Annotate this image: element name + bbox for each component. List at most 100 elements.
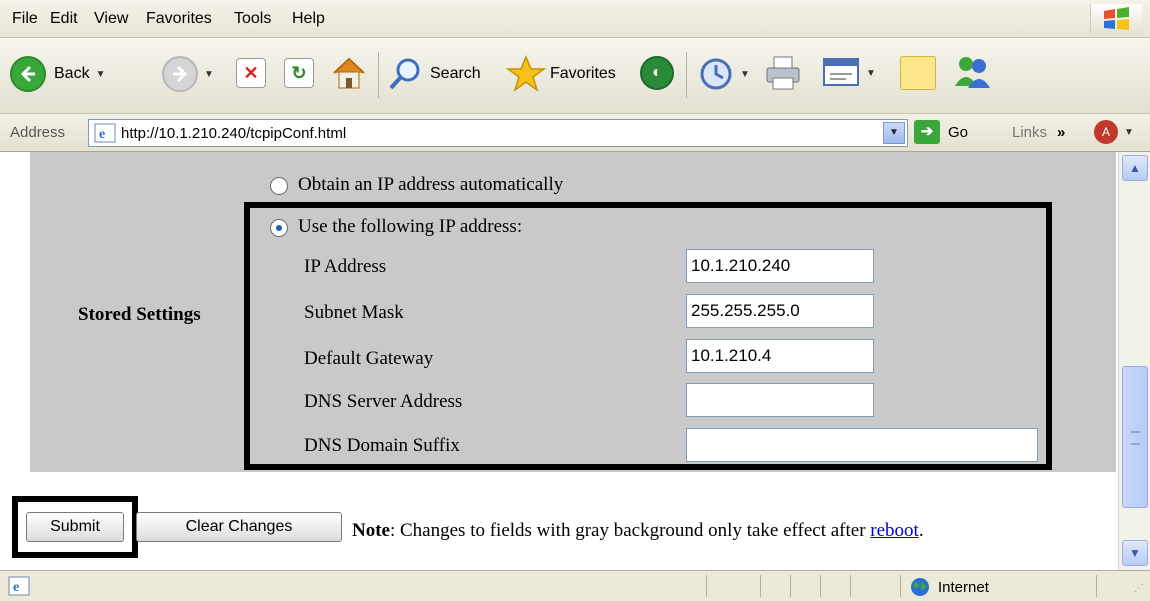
messenger-button[interactable]	[952, 52, 992, 92]
page-content: Stored Settings Obtain an IP address aut…	[0, 152, 1118, 570]
address-dropdown-button[interactable]: ▼	[883, 122, 905, 144]
status-divider	[1096, 575, 1097, 597]
go-arrow-icon: ➔	[914, 120, 940, 144]
forward-button[interactable]: ▼	[162, 56, 214, 92]
stored-settings-label: Stored Settings	[78, 304, 201, 325]
home-button[interactable]	[330, 54, 368, 92]
default-gateway-label: Default Gateway	[304, 348, 434, 369]
chevron-right-icon: »	[1057, 124, 1066, 141]
dropdown-arrow-icon: ▼	[1124, 126, 1134, 138]
menu-favorites[interactable]: Favorites	[146, 10, 212, 28]
dropdown-arrow-icon: ▼	[95, 68, 106, 80]
stop-icon: ✕	[236, 58, 266, 88]
menu-bar: File Edit View Favorites Tools Help	[0, 0, 1150, 38]
back-label: Back	[54, 65, 90, 82]
resize-grip-icon[interactable]: ⋰	[1134, 583, 1144, 594]
forward-arrow-icon	[162, 56, 198, 92]
status-divider	[900, 575, 901, 597]
zone-label: Internet	[938, 578, 989, 596]
toolbar-separator	[378, 52, 379, 98]
dns-server-field[interactable]	[686, 383, 874, 417]
history-icon	[700, 58, 732, 90]
dns-server-label: DNS Server Address	[304, 391, 463, 412]
note-bold: Note	[352, 520, 390, 541]
page-status-icon: e	[8, 576, 30, 596]
menu-view[interactable]: View	[94, 10, 128, 28]
refresh-icon: ↻	[284, 58, 314, 88]
status-bar: e Internet ⋰	[0, 570, 1150, 601]
note-body: : Changes to fields with gray background…	[389, 520, 871, 541]
note-text: Note: Changes to fields with gray backgr…	[352, 520, 924, 542]
back-arrow-icon	[10, 56, 46, 92]
subnet-mask-field[interactable]: 255.255.255.0	[686, 294, 874, 328]
stop-button[interactable]: ✕	[236, 58, 266, 88]
ip-address-field[interactable]: 10.1.210.240	[686, 249, 874, 283]
ie-page-icon: e	[94, 123, 116, 143]
status-divider	[760, 575, 761, 597]
edit-page-icon	[823, 58, 859, 86]
svg-text:e: e	[13, 580, 19, 595]
print-button[interactable]	[764, 54, 802, 92]
clear-changes-button[interactable]: Clear Changes	[136, 512, 342, 542]
links-button[interactable]: Links »	[1012, 124, 1065, 141]
search-button[interactable]: Search	[388, 56, 481, 92]
status-divider	[820, 575, 821, 597]
address-bar: Address e http://10.1.210.240/tcpipConf.…	[0, 114, 1150, 152]
search-icon	[389, 58, 420, 90]
status-divider	[790, 575, 791, 597]
menu-edit[interactable]: Edit	[50, 10, 78, 28]
dropdown-arrow-icon: ▼	[204, 68, 214, 80]
translate-button[interactable]: A ▼	[1094, 120, 1134, 144]
links-label: Links	[1012, 124, 1048, 141]
address-input[interactable]: e http://10.1.210.240/tcpipConf.html ▼	[88, 119, 908, 147]
menu-tools[interactable]: Tools	[234, 10, 271, 28]
menu-help[interactable]: Help	[292, 10, 325, 28]
vertical-scrollbar[interactable]: ▲ ▼	[1118, 152, 1150, 570]
favorites-label: Favorites	[550, 65, 616, 82]
favorites-star-icon	[506, 55, 546, 92]
scroll-up-button[interactable]: ▲	[1122, 155, 1148, 181]
submit-button[interactable]: Submit	[26, 512, 124, 542]
discuss-button[interactable]	[900, 56, 936, 90]
radio-use-following[interactable]	[270, 219, 288, 237]
dropdown-arrow-icon: ▼	[740, 68, 750, 80]
menu-file[interactable]: File	[12, 10, 38, 28]
note-end: .	[918, 520, 924, 541]
media-icon: ◐	[640, 56, 674, 90]
media-button[interactable]: ◐	[640, 56, 674, 90]
dns-suffix-field[interactable]	[686, 428, 1038, 462]
note-icon	[900, 56, 936, 90]
history-button[interactable]: ▼	[698, 56, 750, 92]
edit-button[interactable]: ▼	[822, 56, 876, 90]
address-label: Address	[10, 124, 66, 141]
radio-obtain-automatically-label: Obtain an IP address automatically	[298, 174, 564, 195]
status-divider	[850, 575, 851, 597]
default-gateway-field[interactable]: 10.1.210.4	[686, 339, 874, 373]
subnet-mask-label: Subnet Mask	[304, 302, 404, 323]
status-divider	[706, 575, 707, 597]
toolbar-separator	[686, 52, 687, 98]
reboot-link[interactable]: reboot	[870, 520, 919, 541]
scroll-down-button[interactable]: ▼	[1122, 540, 1148, 566]
ip-address-label: IP Address	[304, 256, 387, 277]
radio-use-following-label: Use the following IP address:	[298, 216, 523, 237]
favorites-button[interactable]: Favorites	[506, 54, 616, 94]
scroll-thumb[interactable]	[1122, 366, 1148, 508]
windows-logo-icon	[1090, 4, 1142, 34]
search-label: Search	[430, 65, 481, 82]
back-button[interactable]: Back ▼	[10, 56, 105, 92]
home-icon	[333, 57, 365, 89]
go-label: Go	[948, 123, 969, 141]
printer-icon	[766, 56, 800, 90]
address-url: http://10.1.210.240/tcpipConf.html	[121, 125, 347, 142]
browser-window: File Edit View Favorites Tools Help Back…	[0, 0, 1150, 601]
zone-indicator: Internet	[910, 577, 989, 597]
dropdown-arrow-icon: ▼	[866, 67, 876, 79]
go-button[interactable]: ➔ Go	[914, 120, 968, 144]
globe-icon	[911, 578, 929, 596]
dns-suffix-label: DNS Domain Suffix	[304, 435, 460, 456]
translate-icon: A	[1094, 120, 1118, 144]
radio-obtain-automatically[interactable]	[270, 177, 288, 195]
refresh-button[interactable]: ↻	[284, 58, 314, 88]
svg-text:e: e	[99, 127, 105, 142]
